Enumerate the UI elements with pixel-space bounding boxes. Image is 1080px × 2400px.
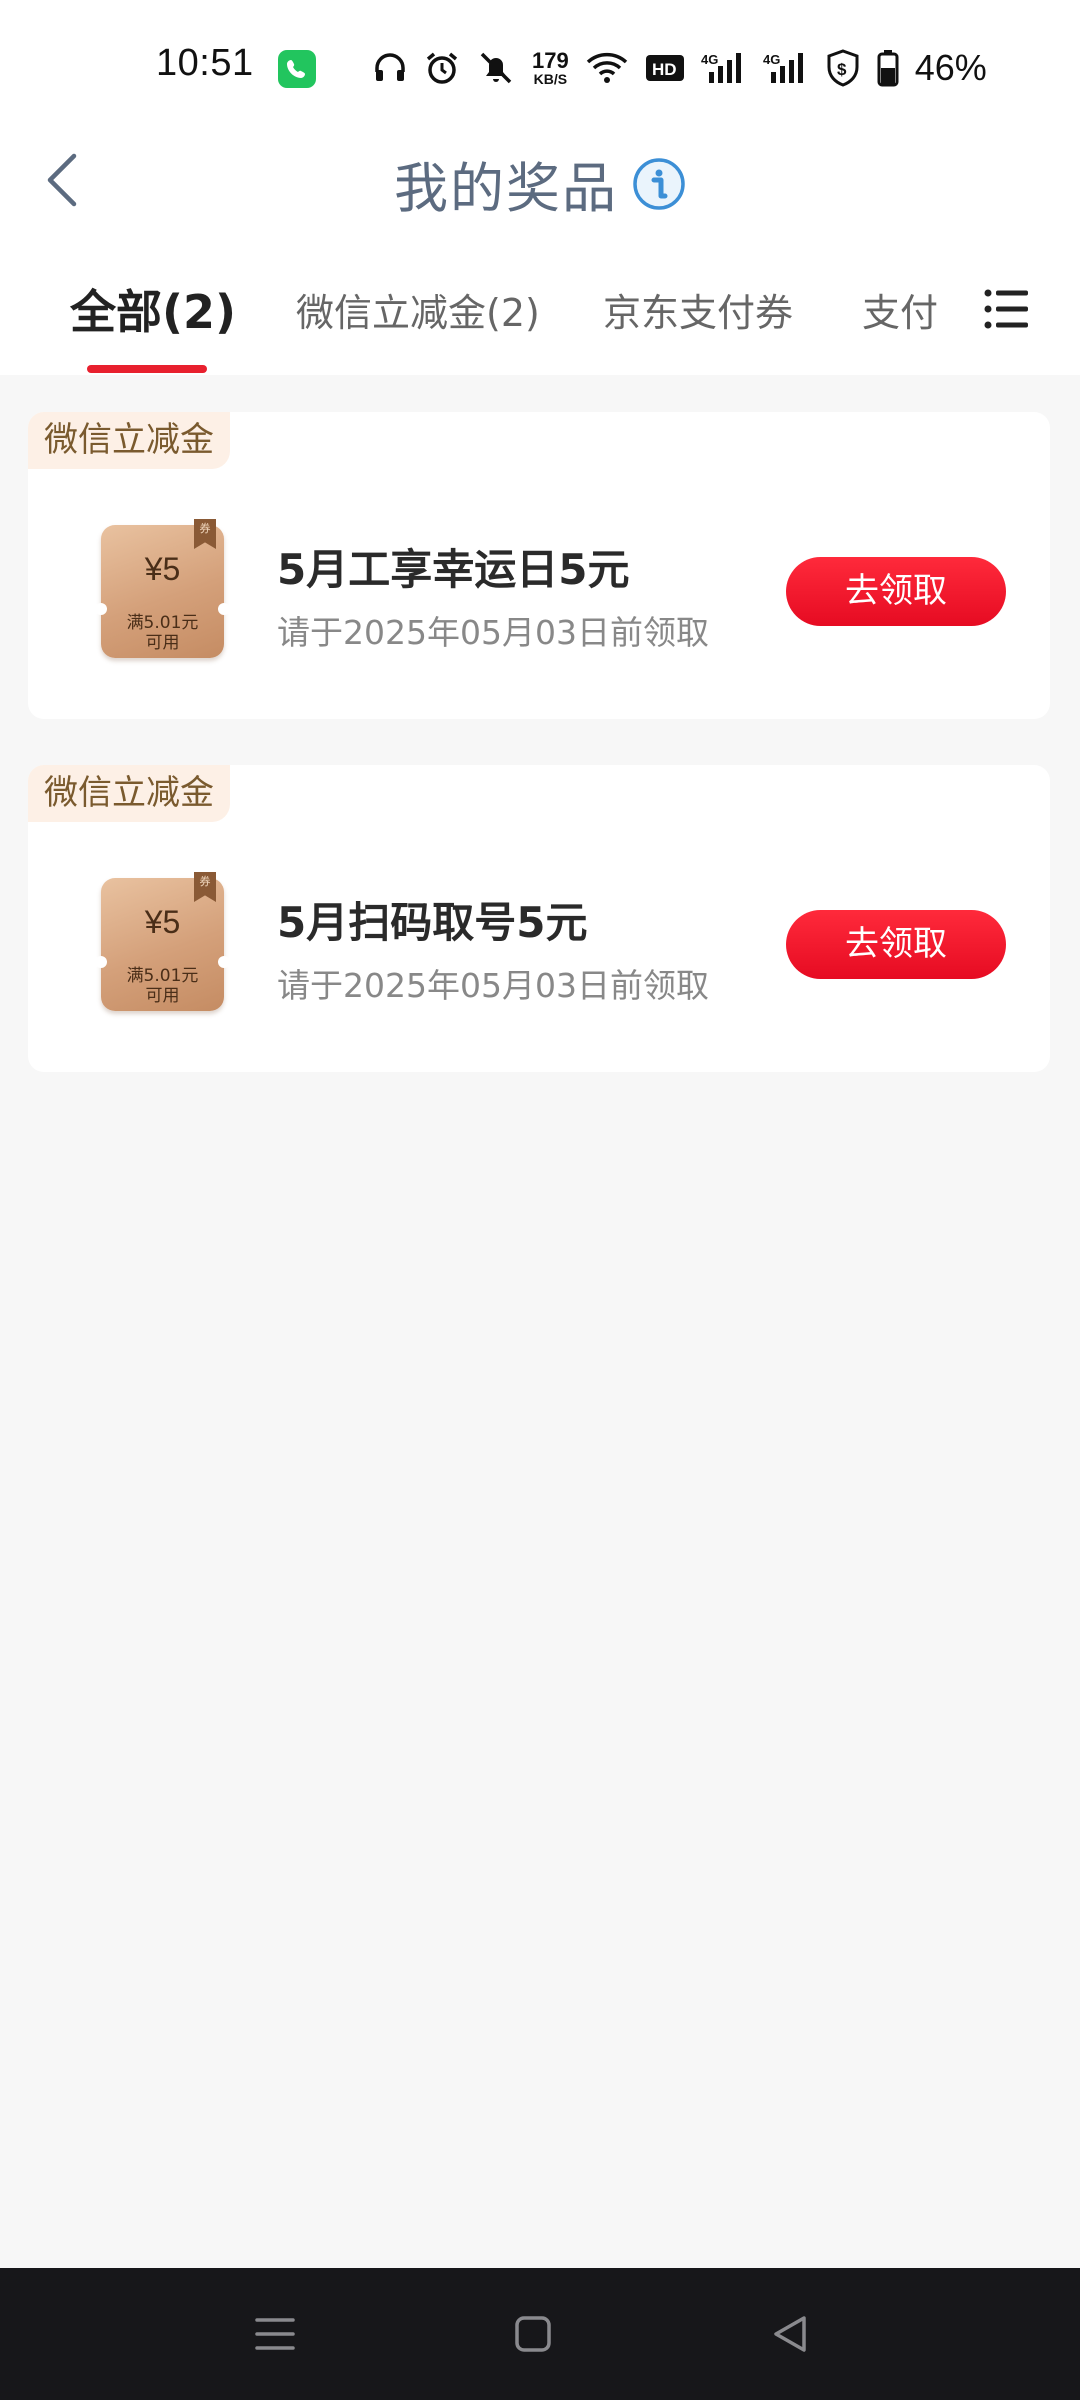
prize-category-badge: 微信立减金 xyxy=(28,412,230,469)
tab-all[interactable]: 全部(2) xyxy=(70,276,236,342)
prize-card: 微信立减金 券 ¥5 满5.01元 可用 5月工享幸运日5元 请于2025年05… xyxy=(28,412,1050,719)
svg-text:4G: 4G xyxy=(763,52,780,67)
coupon-condition: 满5.01元 可用 xyxy=(126,966,199,1006)
prize-name: 5月工享幸运日5元 xyxy=(277,545,630,594)
battery-percent: 46% xyxy=(914,47,987,88)
coupon-amount: ¥5 xyxy=(144,904,181,940)
tab-bar: 全部(2) 微信立减金(2) 京东支付券 支付 xyxy=(0,230,1080,375)
system-nav-bar xyxy=(0,2268,1080,2400)
tab-wechat-discount[interactable]: 微信立减金(2) xyxy=(296,282,540,337)
svg-text:4G: 4G xyxy=(701,52,718,67)
svg-text:$: $ xyxy=(837,60,847,79)
tab-jd-pay-coupon[interactable]: 京东支付券 xyxy=(603,282,793,337)
coupon-ribbon: 券 xyxy=(194,872,216,902)
status-time: 10:51 xyxy=(156,42,254,84)
recent-apps-icon[interactable] xyxy=(249,2308,301,2360)
wifi-icon xyxy=(585,50,629,86)
coupon-ribbon: 券 xyxy=(194,519,216,549)
coupon-ticket-icon: 券 ¥5 满5.01元 可用 xyxy=(95,872,230,1011)
signal-4g-icon: 4G xyxy=(763,50,809,86)
claim-button[interactable]: 去领取 xyxy=(786,557,1006,626)
back-triangle-icon[interactable] xyxy=(764,2308,816,2360)
shield-dollar-icon: $ xyxy=(825,49,861,87)
svg-text:HD: HD xyxy=(652,60,677,79)
network-speed: 179 KB/S xyxy=(532,48,569,87)
battery-icon xyxy=(877,49,899,87)
title-bar: 我的奖品 xyxy=(0,130,1080,230)
coupon-ticket-icon: 券 ¥5 满5.01元 可用 xyxy=(95,519,230,658)
list-menu-icon[interactable] xyxy=(984,288,1030,330)
info-icon[interactable] xyxy=(632,157,686,211)
phone-call-icon xyxy=(278,50,316,88)
hd-icon: HD xyxy=(645,52,685,84)
signal-4g-icon: 4G xyxy=(701,50,747,86)
page-title: 我的奖品 xyxy=(394,157,618,220)
prize-deadline: 请于2025年05月03日前领取 xyxy=(277,613,709,652)
tab-pay[interactable]: 支付 xyxy=(862,282,938,337)
mute-icon xyxy=(476,50,516,86)
prize-category-badge: 微信立减金 xyxy=(28,765,230,822)
coupon-condition: 满5.01元 可用 xyxy=(126,613,199,653)
status-bar: 10:51 179 KB/S HD 4G 4G $ 46% xyxy=(0,0,1080,130)
alarm-icon xyxy=(424,50,460,86)
claim-button[interactable]: 去领取 xyxy=(786,910,1006,979)
prize-name: 5月扫码取号5元 xyxy=(277,898,588,947)
headphones-icon xyxy=(372,50,408,86)
coupon-amount: ¥5 xyxy=(144,551,181,587)
active-tab-indicator xyxy=(87,365,207,373)
home-icon[interactable] xyxy=(507,2308,559,2360)
prize-card: 微信立减金 券 ¥5 满5.01元 可用 5月扫码取号5元 请于2025年05月… xyxy=(28,765,1050,1072)
prize-deadline: 请于2025年05月03日前领取 xyxy=(277,966,709,1005)
